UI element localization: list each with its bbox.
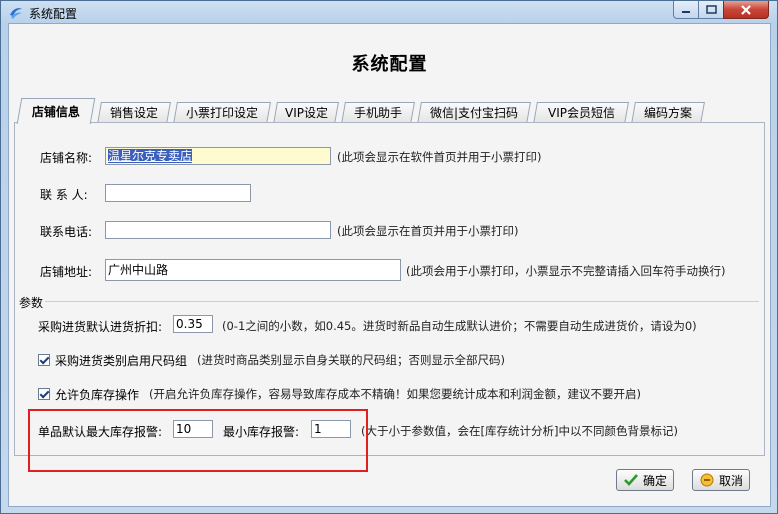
size-group-hint: (进货时商品类别显示自身关联的尺码组；否则显示全部尺码) — [197, 353, 505, 367]
store-name-input[interactable]: 温星尔克专卖店 — [105, 147, 331, 165]
tab-mobile-assistant[interactable]: 手机助手 — [341, 102, 415, 124]
window-title: 系统配置 — [29, 7, 78, 21]
params-group-label: 参数 — [19, 296, 44, 310]
store-name-label: 店铺名称: — [40, 151, 93, 165]
title-bar[interactable]: 系统配置 — [1, 1, 777, 23]
discount-label: 采购进货默认进货折扣: — [38, 320, 163, 334]
cancel-button-label: 取消 — [718, 473, 743, 488]
close-button[interactable] — [723, 1, 769, 19]
params-group-divider — [45, 301, 759, 302]
app-logo-icon — [10, 8, 22, 19]
close-icon — [741, 4, 751, 15]
discount-input[interactable]: 0.35 — [173, 315, 213, 333]
check-icon — [624, 474, 638, 486]
tab-wechat-alipay[interactable]: 微信|支付宝扫码 — [417, 102, 531, 124]
address-hint: (此项会用于小票打印，小票显示不完整请插入回车符手动换行) — [406, 264, 726, 278]
tab-label: VIP设定 — [284, 106, 328, 120]
dialog-title: 系统配置 — [351, 54, 428, 75]
maximize-button[interactable] — [698, 1, 724, 19]
cancel-hand-icon — [700, 473, 714, 487]
negative-stock-hint: (开启允许负库存操作，容易导致库存成本不精确！如果您要统计成本和利润金额，建议不… — [149, 387, 641, 401]
negative-stock-checkbox[interactable] — [38, 388, 50, 400]
maximize-icon — [705, 5, 717, 14]
size-group-label[interactable]: 采购进货类别启用尺码组 — [55, 352, 187, 369]
tab-receipt-print[interactable]: 小票打印设定 — [173, 102, 271, 124]
tab-label: 编码方案 — [643, 106, 692, 120]
discount-hint: (0-1之间的小数，如0.45。进货时新品自动生成默认进价；不需要自动生成进货价… — [222, 319, 697, 333]
tab-vip-sms[interactable]: VIP会员短信 — [533, 102, 629, 124]
tab-coding-scheme[interactable]: 编码方案 — [631, 102, 705, 124]
ok-button-label: 确定 — [642, 473, 667, 488]
address-input[interactable]: 广州中山路 — [105, 259, 401, 281]
contact-label: 联 系 人: — [40, 188, 88, 202]
contact-input[interactable] — [105, 184, 251, 202]
tab-label: 销售设定 — [109, 106, 158, 120]
tab-label: 店铺信息 — [31, 105, 80, 119]
store-name-value: 温星尔克专卖店 — [108, 149, 193, 163]
tab-label: 小票打印设定 — [185, 106, 258, 120]
minimize-icon — [682, 10, 690, 13]
stock-alert-highlight — [28, 409, 368, 472]
tab-vip-settings[interactable]: VIP设定 — [273, 102, 339, 124]
phone-label: 联系电话: — [40, 225, 93, 239]
dialog-body: 系统配置 店铺信息 销售设定 小票打印设定 VIP设定 手机助手 微信|支付宝扫… — [8, 23, 771, 507]
tab-sales-settings[interactable]: 销售设定 — [97, 102, 171, 124]
store-name-hint: (此项会显示在软件首页并用于小票打印) — [337, 150, 542, 164]
minimize-button[interactable] — [673, 1, 699, 19]
phone-hint: (此项会显示在首页并用于小票打印) — [337, 224, 519, 238]
tab-label: VIP会员短信 — [547, 106, 615, 120]
tab-store-info[interactable]: 店铺信息 — [16, 98, 96, 124]
tab-label: 手机助手 — [353, 106, 402, 120]
cancel-button[interactable]: 取消 — [692, 469, 750, 491]
tab-label: 微信|支付宝扫码 — [429, 106, 519, 120]
system-config-window: 系统配置 系统配置 店铺信息 销售设定 小票打印设定 VIP设定 手机助手 微信… — [0, 0, 778, 514]
stock-alert-hint: (大于小于参数值，会在[库存统计分析]中以不同颜色背景标记) — [361, 424, 678, 438]
ok-button[interactable]: 确定 — [616, 469, 674, 491]
negative-stock-label[interactable]: 允许负库存操作 — [55, 386, 139, 403]
store-info-panel: 店铺名称: 温星尔克专卖店 (此项会显示在软件首页并用于小票打印) 联 系 人:… — [14, 122, 765, 456]
address-label: 店铺地址: — [40, 265, 93, 279]
phone-input[interactable] — [105, 221, 331, 239]
size-group-checkbox[interactable] — [38, 354, 50, 366]
